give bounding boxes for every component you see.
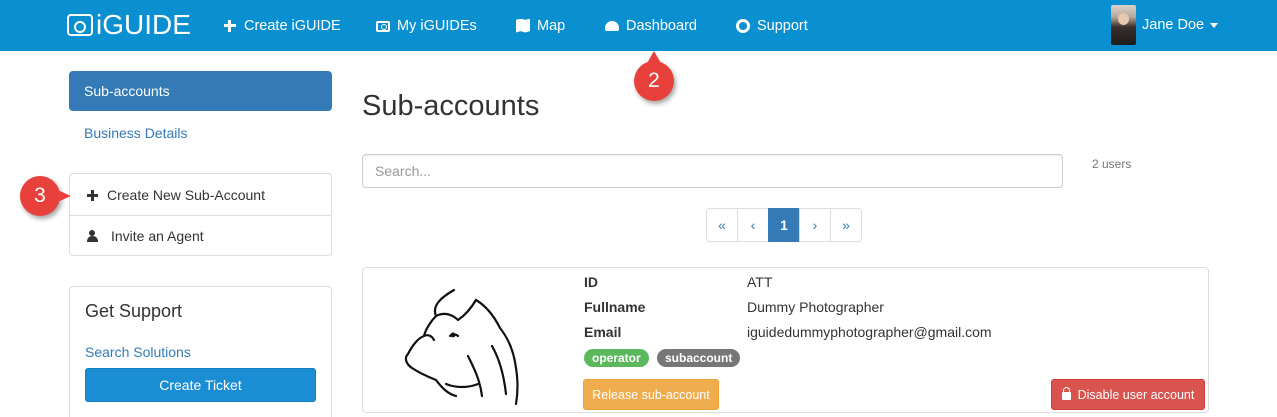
create-new-sub-account-label: Create New Sub-Account bbox=[107, 186, 265, 203]
field-value-fullname: Dummy Photographer bbox=[747, 299, 884, 315]
pagination-first[interactable]: « bbox=[706, 208, 738, 242]
pagination-next[interactable]: › bbox=[799, 208, 831, 242]
nav-create-iguide-label: Create iGUIDE bbox=[244, 17, 341, 34]
annotation-marker-2-label: 2 bbox=[648, 69, 660, 92]
caret-down-icon bbox=[1210, 22, 1219, 28]
user-card: ID ATT Fullname Dummy Photographer Email… bbox=[362, 267, 1209, 413]
disable-user-account-label: Disable user account bbox=[1077, 387, 1195, 402]
nav-my-iguides[interactable]: My iGUIDEs bbox=[376, 0, 477, 51]
dashboard-icon bbox=[605, 20, 619, 31]
badge-subaccount: subaccount bbox=[657, 349, 741, 367]
invite-agent-button[interactable]: Invite an Agent bbox=[70, 215, 331, 256]
nav-my-iguides-label: My iGUIDEs bbox=[397, 17, 477, 34]
field-label-id: ID bbox=[584, 274, 598, 290]
support-panel: Get Support Search Solutions Create Tick… bbox=[69, 286, 332, 417]
field-label-fullname: Fullname bbox=[584, 299, 646, 315]
pagination-last[interactable]: » bbox=[830, 208, 862, 242]
invite-agent-label: Invite an Agent bbox=[111, 228, 204, 244]
nav-map[interactable]: Map bbox=[516, 0, 565, 51]
user-menu[interactable]: Jane Doe bbox=[1111, 5, 1219, 45]
plus-icon bbox=[223, 19, 237, 33]
life-ring-icon bbox=[736, 18, 750, 33]
search-input[interactable] bbox=[362, 154, 1063, 188]
user-photo bbox=[404, 288, 519, 406]
nav-support[interactable]: Support bbox=[736, 0, 808, 51]
camera-icon bbox=[376, 20, 390, 32]
support-title: Get Support bbox=[85, 301, 183, 321]
nav-map-label: Map bbox=[537, 17, 566, 34]
brand-logo[interactable]: iGUIDE bbox=[67, 11, 191, 39]
create-new-sub-account-button[interactable]: Create New Sub-Account bbox=[70, 174, 331, 215]
sidebar-actions-list: Create New Sub-Account Invite an Agent bbox=[69, 173, 332, 256]
page-title: Sub-accounts bbox=[362, 90, 540, 122]
field-label-email: Email bbox=[584, 324, 622, 340]
iguide-logo-icon bbox=[67, 14, 93, 36]
field-value-id: ATT bbox=[747, 274, 773, 290]
sidebar-item-business-details[interactable]: Business Details bbox=[84, 125, 188, 141]
pagination: « ‹ 1 › » bbox=[706, 208, 862, 242]
create-ticket-button[interactable]: Create Ticket bbox=[85, 368, 316, 402]
nav-dashboard[interactable]: Dashboard bbox=[605, 0, 697, 51]
user-name: Jane Doe bbox=[1142, 17, 1205, 33]
nav-create-iguide[interactable]: Create iGUIDE bbox=[223, 0, 341, 51]
brand-name: iGUIDE bbox=[96, 9, 191, 40]
annotation-marker-3-label: 3 bbox=[34, 184, 46, 207]
nav-dashboard-label: Dashboard bbox=[626, 17, 697, 34]
avatar bbox=[1111, 5, 1136, 45]
user-plus-icon bbox=[87, 230, 103, 242]
user-count: 2 users bbox=[1092, 157, 1132, 171]
disable-user-account-button[interactable]: Disable user account bbox=[1051, 379, 1205, 410]
lock-icon bbox=[1061, 387, 1071, 400]
search-solutions-link[interactable]: Search Solutions bbox=[85, 344, 316, 360]
top-navbar: iGUIDE Create iGUIDE My iGUIDEs Map Dash… bbox=[0, 0, 1277, 51]
sidebar-item-sub-accounts[interactable]: Sub-accounts bbox=[69, 71, 332, 111]
field-value-email: iguidedummyphotographer@gmail.com bbox=[747, 324, 992, 340]
badge-operator: operator bbox=[584, 349, 649, 367]
pagination-page-1[interactable]: 1 bbox=[768, 208, 800, 242]
annotation-marker-3: 3 bbox=[20, 176, 71, 216]
pagination-prev[interactable]: ‹ bbox=[737, 208, 769, 242]
release-sub-account-button[interactable]: Release sub-account bbox=[583, 379, 719, 410]
plus-icon bbox=[87, 189, 99, 201]
map-icon bbox=[516, 18, 530, 33]
nav-support-label: Support bbox=[757, 17, 808, 34]
annotation-marker-2: 2 bbox=[634, 51, 674, 101]
